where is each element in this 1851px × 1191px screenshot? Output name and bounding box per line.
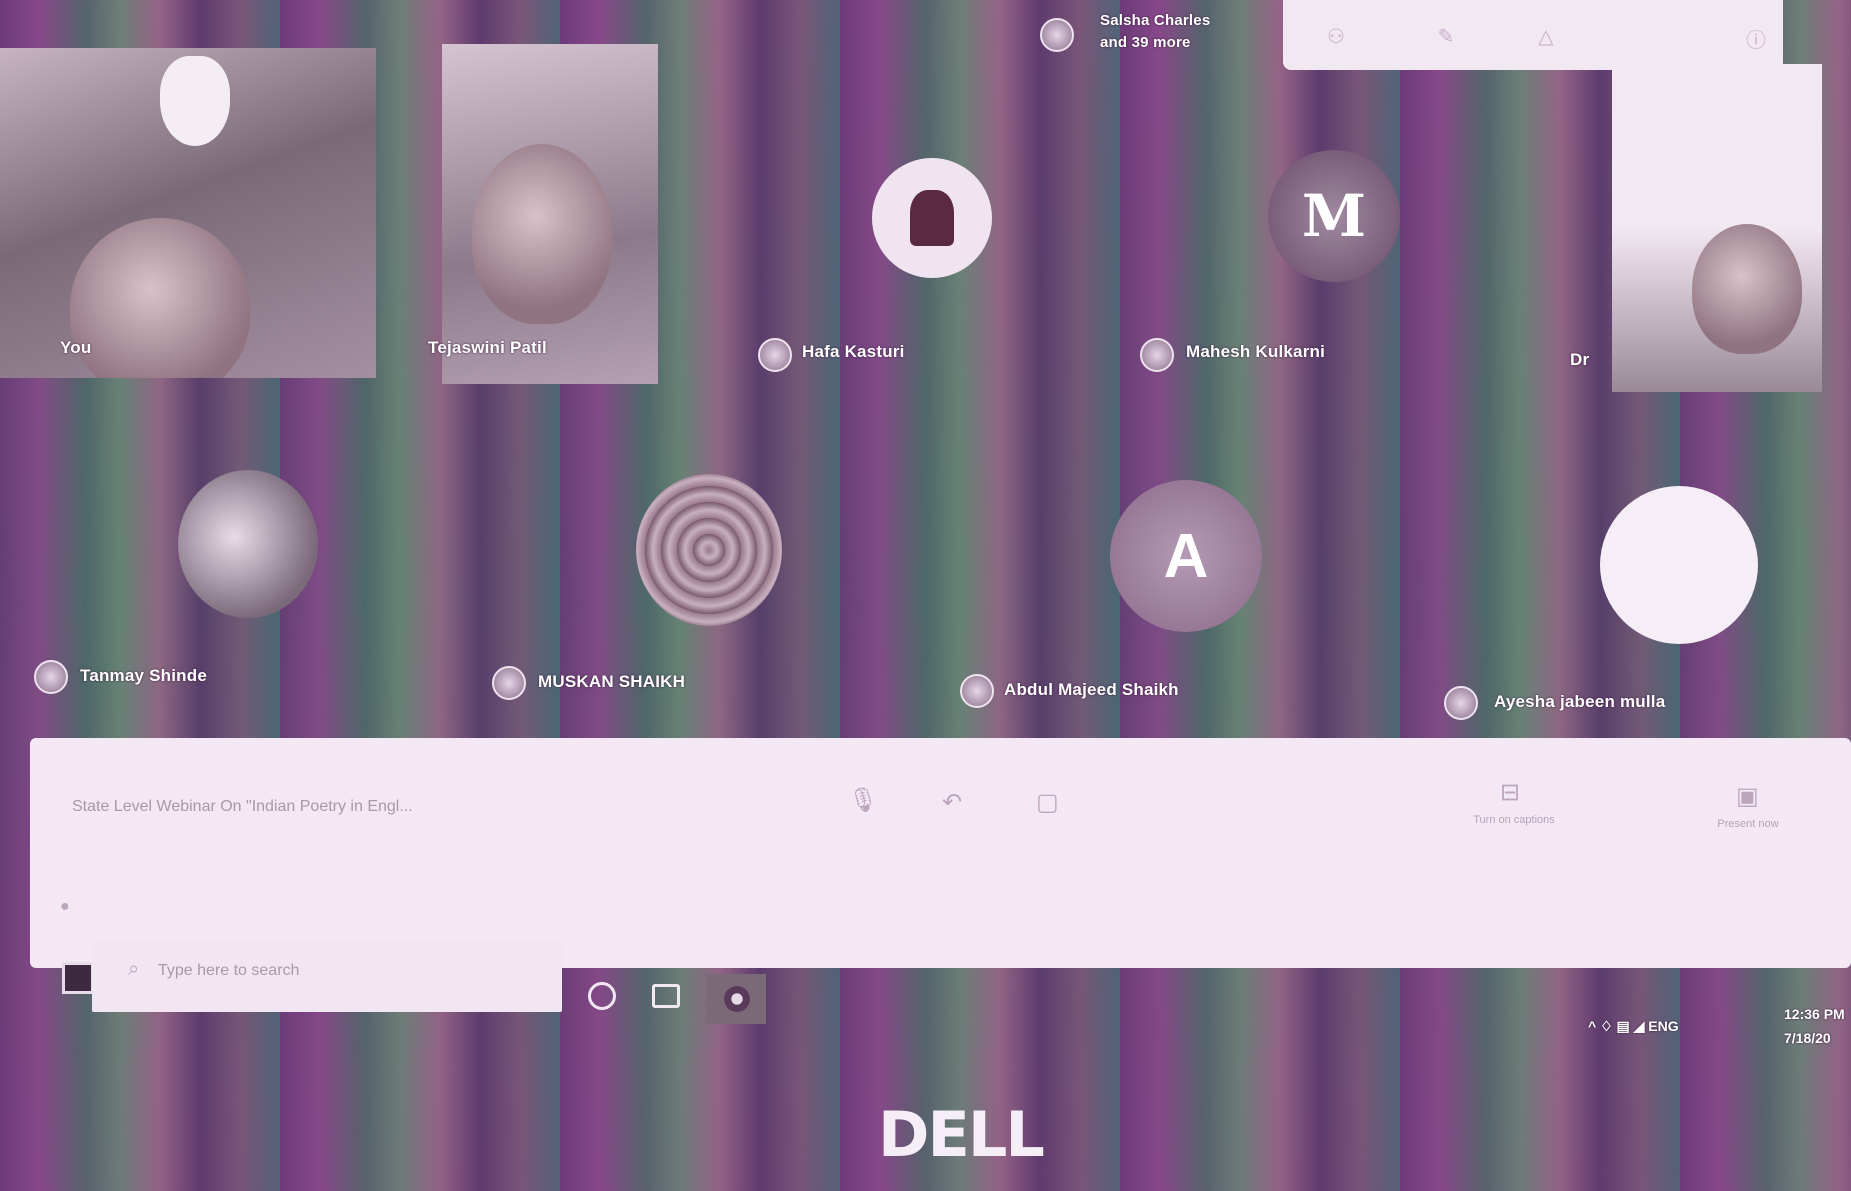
tile-name: Tejaswini Patil xyxy=(428,338,547,357)
participant-face xyxy=(472,144,612,324)
meeting-top-toolbar: ⚇ ✎ △ ⓘ xyxy=(1283,0,1783,70)
tray-date[interactable]: 7/18/20 xyxy=(1784,1030,1831,1046)
name-avatar xyxy=(1444,686,1478,720)
tile-name: Ayesha jabeen mulla xyxy=(1494,692,1666,711)
tile-name: MUSKAN SHAIKH xyxy=(538,672,686,691)
tray-time[interactable]: 12:36 PM xyxy=(1784,1006,1845,1022)
participant-face xyxy=(1692,224,1802,354)
video-feed xyxy=(0,48,376,378)
chrome-logo-icon xyxy=(724,986,750,1012)
participant-face xyxy=(70,218,250,378)
dell-logo: DELL xyxy=(878,1098,1045,1171)
name-avatar xyxy=(960,674,994,708)
tile-name: Mahesh Kulkarni xyxy=(1186,342,1326,361)
video-feed xyxy=(1612,64,1822,392)
search-icon: ⌕ xyxy=(128,958,140,980)
hand-icon[interactable]: ↶ xyxy=(942,788,962,817)
people-icon[interactable]: ⚇ xyxy=(1323,24,1349,48)
avatar xyxy=(636,474,782,626)
info-icon[interactable]: ⓘ xyxy=(1743,24,1769,52)
participants-label-line1: Salsha Charles xyxy=(1100,12,1211,29)
windows-start-button[interactable] xyxy=(62,962,94,994)
person-silhouette-icon xyxy=(910,190,954,246)
participant-avatar xyxy=(1040,18,1074,52)
search-placeholder: Type here to search xyxy=(158,962,300,979)
avatar xyxy=(1600,486,1758,644)
meeting-title: State Level Webinar On "Indian Poetry in… xyxy=(72,798,413,815)
name-avatar xyxy=(34,660,68,694)
letter-avatar: A xyxy=(1110,480,1262,632)
captions-icon[interactable]: ⊟ xyxy=(1500,778,1520,807)
captions-label[interactable]: Turn on captions xyxy=(1444,814,1584,826)
name-avatar xyxy=(1140,338,1174,372)
avatar xyxy=(872,158,992,278)
tile-name: Dr xyxy=(1570,350,1590,369)
chat-bubble-icon[interactable] xyxy=(652,984,680,1008)
screen-icon[interactable]: ▢ xyxy=(1036,788,1059,817)
tile-name: Hafa Kasturi xyxy=(802,342,905,361)
meeting-control-bar: State Level Webinar On "Indian Poetry in… xyxy=(30,738,1851,968)
activities-icon[interactable]: △ xyxy=(1533,24,1559,48)
present-label[interactable]: Present now xyxy=(1678,818,1818,830)
tray-icons[interactable]: ^ ♢ ▤ ◢ ENG xyxy=(1588,1018,1679,1035)
chrome-app-icon[interactable] xyxy=(706,974,766,1024)
letter-avatar: M xyxy=(1268,150,1400,282)
mic-icon[interactable]: 🎙 xyxy=(848,786,878,815)
participants-label-line2: and 39 more xyxy=(1100,34,1191,51)
tile-name: You xyxy=(60,338,92,357)
video-feed xyxy=(442,44,658,384)
shield-icon: ● xyxy=(60,898,70,915)
chat-icon[interactable]: ✎ xyxy=(1433,24,1459,48)
taskbar-search-box[interactable]: ⌕ Type here to search xyxy=(92,940,562,1012)
tile-name: Tanmay Shinde xyxy=(80,666,207,685)
tile-name: Abdul Majeed Shaikh xyxy=(1004,680,1179,699)
ceiling-lamp xyxy=(160,56,230,146)
name-avatar xyxy=(492,666,526,700)
present-icon[interactable]: ▣ xyxy=(1736,782,1759,811)
participants-indicator[interactable]: Salsha Charles and 39 more xyxy=(1040,10,1240,60)
avatar xyxy=(178,470,318,618)
name-avatar xyxy=(758,338,792,372)
task-view-icon[interactable] xyxy=(588,982,616,1010)
